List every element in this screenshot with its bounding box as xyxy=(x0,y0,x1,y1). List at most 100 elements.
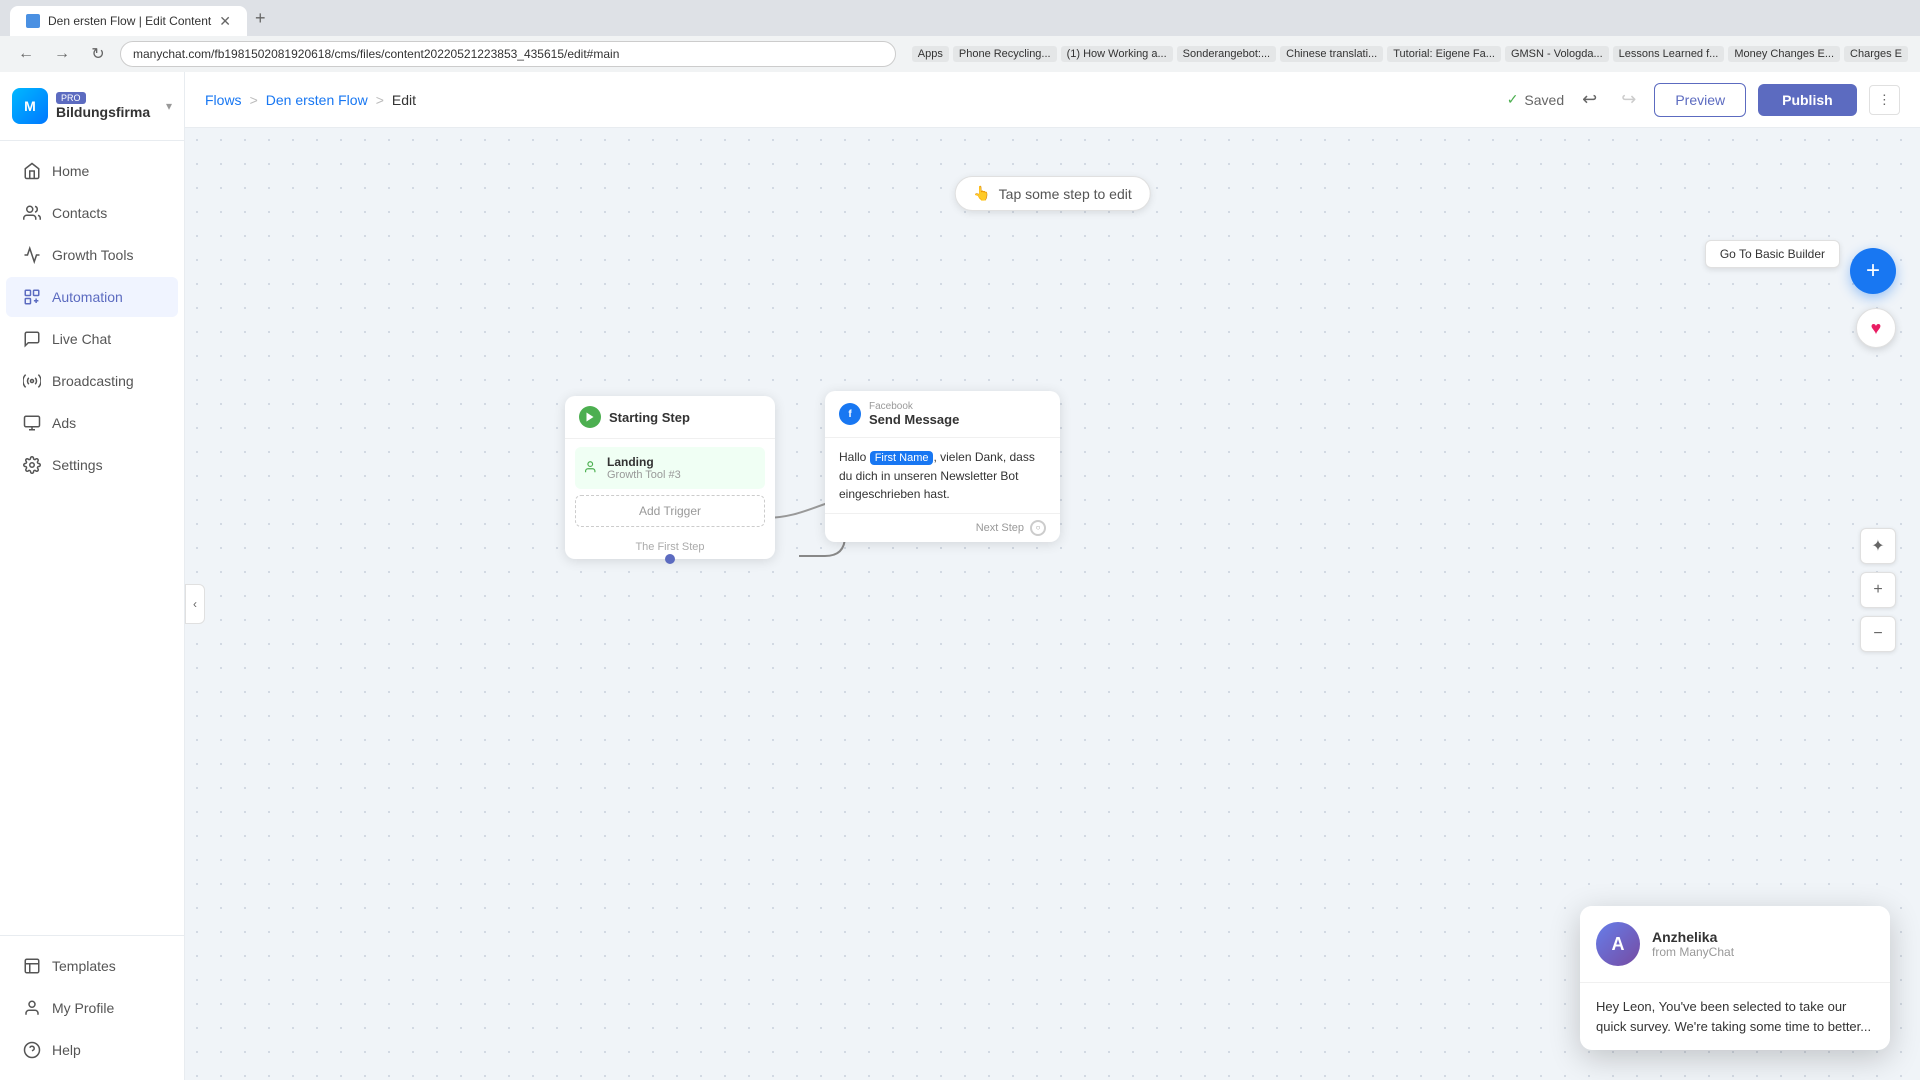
forward-button[interactable]: → xyxy=(48,40,76,68)
wand-tool-button[interactable]: ✦ xyxy=(1860,528,1896,564)
starting-step-node[interactable]: Starting Step Landing Growth Tool #3 Add… xyxy=(565,396,775,559)
sidebar-item-broadcasting-label: Broadcasting xyxy=(52,373,134,389)
add-step-fab[interactable]: + xyxy=(1850,248,1896,294)
sidebar-item-contacts-label: Contacts xyxy=(52,205,107,221)
first-step-label: The First Step xyxy=(635,541,704,553)
node-output-dot xyxy=(665,554,675,564)
sidebar-item-growth-tools[interactable]: Growth Tools xyxy=(6,235,178,275)
sidebar-item-templates[interactable]: Templates xyxy=(6,946,178,986)
sidebar-item-help-label: Help xyxy=(52,1042,81,1058)
zoom-in-button[interactable]: + xyxy=(1860,572,1896,608)
message-text: Hallo First Name, vielen Dank, dass du d… xyxy=(825,438,1060,513)
favorite-fab[interactable]: ♥ xyxy=(1856,308,1896,348)
chat-sender-info: Anzhelika from ManyChat xyxy=(1652,929,1874,959)
sidebar-item-contacts[interactable]: Contacts xyxy=(6,193,178,233)
breadcrumb-flows[interactable]: Flows xyxy=(205,92,242,108)
growth-tools-icon xyxy=(22,245,42,265)
sidebar-item-live-chat[interactable]: Live Chat xyxy=(6,319,178,359)
tab-close-button[interactable]: ✕ xyxy=(219,13,231,30)
sidebar-item-my-profile[interactable]: My Profile xyxy=(6,988,178,1028)
chat-message-text: Hey Leon, You've been selected to take o… xyxy=(1580,983,1890,1050)
sidebar-item-my-profile-label: My Profile xyxy=(52,1000,114,1016)
ads-icon xyxy=(22,413,42,433)
bookmark-item[interactable]: Sonderangebot:... xyxy=(1177,46,1276,62)
breadcrumb-current: Edit xyxy=(392,92,416,108)
chat-avatar: A xyxy=(1596,922,1640,966)
refresh-button[interactable]: ↻ xyxy=(84,40,112,68)
next-step-area: Next Step ○ xyxy=(825,513,1060,542)
starting-step-header: Starting Step xyxy=(565,396,775,439)
sidebar-item-ads[interactable]: Ads xyxy=(6,403,178,443)
heart-icon: ♥ xyxy=(1871,318,1882,339)
breadcrumb-flow-name[interactable]: Den ersten Flow xyxy=(266,92,368,108)
sidebar-item-live-chat-label: Live Chat xyxy=(52,331,111,347)
sidebar-bottom: Templates My Profile Help xyxy=(0,935,184,1080)
chat-widget[interactable]: A Anzhelika from ManyChat Hey Leon, You'… xyxy=(1580,906,1890,1050)
bookmark-item[interactable]: (1) How Working a... xyxy=(1061,46,1173,62)
live-chat-icon xyxy=(22,329,42,349)
app-header: Flows > Den ersten Flow > Edit ✓ Saved ↩… xyxy=(185,72,1920,128)
pro-badge: PRO xyxy=(56,92,86,104)
help-icon xyxy=(22,1040,42,1060)
next-step-label: Next Step xyxy=(976,522,1024,534)
trigger-item[interactable]: Landing Growth Tool #3 xyxy=(575,447,765,489)
broadcasting-icon xyxy=(22,371,42,391)
sidebar-item-settings-label: Settings xyxy=(52,457,103,473)
next-step-connector[interactable]: ○ xyxy=(1030,520,1046,536)
bookmark-item[interactable]: Phone Recycling... xyxy=(953,46,1057,62)
bookmark-item[interactable]: Apps xyxy=(912,46,949,62)
sidebar-item-ads-label: Ads xyxy=(52,415,76,431)
bookmarks-bar: Apps Phone Recycling... (1) How Working … xyxy=(912,46,1908,62)
add-trigger-button[interactable]: Add Trigger xyxy=(575,495,765,527)
sidebar: M PRO Bildungsfirma ▾ Home Cont xyxy=(0,72,185,1080)
send-message-header: f Facebook Send Message xyxy=(825,391,1060,438)
back-button[interactable]: ← xyxy=(12,40,40,68)
send-message-node[interactable]: f Facebook Send Message Hallo First Name… xyxy=(825,391,1060,542)
breadcrumb: Flows > Den ersten Flow > Edit xyxy=(205,92,416,108)
bookmark-item[interactable]: Charges E xyxy=(1844,46,1908,62)
profile-icon xyxy=(22,998,42,1018)
bookmark-item[interactable]: Tutorial: Eigene Fa... xyxy=(1387,46,1501,62)
flow-canvas[interactable]: 👆 Tap some step to edit + ♥ Go To Basic … xyxy=(185,128,1920,1080)
bookmark-item[interactable]: Money Changes E... xyxy=(1728,46,1840,62)
contacts-icon xyxy=(22,203,42,223)
chat-sender-from: from ManyChat xyxy=(1652,945,1874,959)
address-bar[interactable]: manychat.com/fb198150208192061​8/cms/fil… xyxy=(120,41,896,67)
preview-button[interactable]: Preview xyxy=(1654,83,1746,117)
publish-button[interactable]: Publish xyxy=(1758,84,1857,116)
fab-plus-icon: + xyxy=(1866,257,1880,285)
send-message-title: Send Message xyxy=(869,412,959,427)
redo-button[interactable]: ↪ xyxy=(1615,83,1642,116)
go-basic-builder-button[interactable]: Go To Basic Builder xyxy=(1705,240,1840,268)
bookmark-item[interactable]: Chinese translati... xyxy=(1280,46,1383,62)
sidebar-header[interactable]: M PRO Bildungsfirma ▾ xyxy=(0,72,184,141)
bookmark-item[interactable]: Lessons Learned f... xyxy=(1613,46,1725,62)
tap-hint-emoji: 👆 xyxy=(973,185,990,202)
brand-logo: M xyxy=(12,88,48,124)
automation-icon xyxy=(22,287,42,307)
sidebar-item-broadcasting[interactable]: Broadcasting xyxy=(6,361,178,401)
message-before-name: Hallo xyxy=(839,450,870,464)
tap-hint: 👆 Tap some step to edit xyxy=(954,176,1151,211)
active-tab[interactable]: Den ersten Flow | Edit Content ✕ xyxy=(10,6,247,36)
first-name-tag: First Name xyxy=(870,451,934,465)
saved-text: Saved xyxy=(1524,92,1564,108)
starting-step-title: Starting Step xyxy=(609,410,690,425)
bookmark-item[interactable]: GMSN - Vologda... xyxy=(1505,46,1609,62)
avatar-letter: A xyxy=(1612,934,1625,955)
zoom-out-button[interactable]: − xyxy=(1860,616,1896,652)
more-options-button[interactable]: ⋮ xyxy=(1869,85,1900,115)
sidebar-item-help[interactable]: Help xyxy=(6,1030,178,1070)
sidebar-expand-button[interactable]: ‹ xyxy=(185,584,205,624)
sidebar-item-templates-label: Templates xyxy=(52,958,116,974)
chat-widget-header: A Anzhelika from ManyChat xyxy=(1580,906,1890,983)
sidebar-item-home[interactable]: Home xyxy=(6,151,178,191)
undo-button[interactable]: ↩ xyxy=(1576,83,1603,116)
new-tab-button[interactable]: + xyxy=(247,8,274,29)
minus-icon: − xyxy=(1873,625,1882,643)
trigger-label: Landing xyxy=(607,455,681,469)
sidebar-item-automation[interactable]: Automation xyxy=(6,277,178,317)
sidebar-item-settings[interactable]: Settings xyxy=(6,445,178,485)
breadcrumb-sep2: > xyxy=(376,92,384,108)
url-text: manychat.com/fb198150208192061​8/cms/fil… xyxy=(133,47,619,61)
